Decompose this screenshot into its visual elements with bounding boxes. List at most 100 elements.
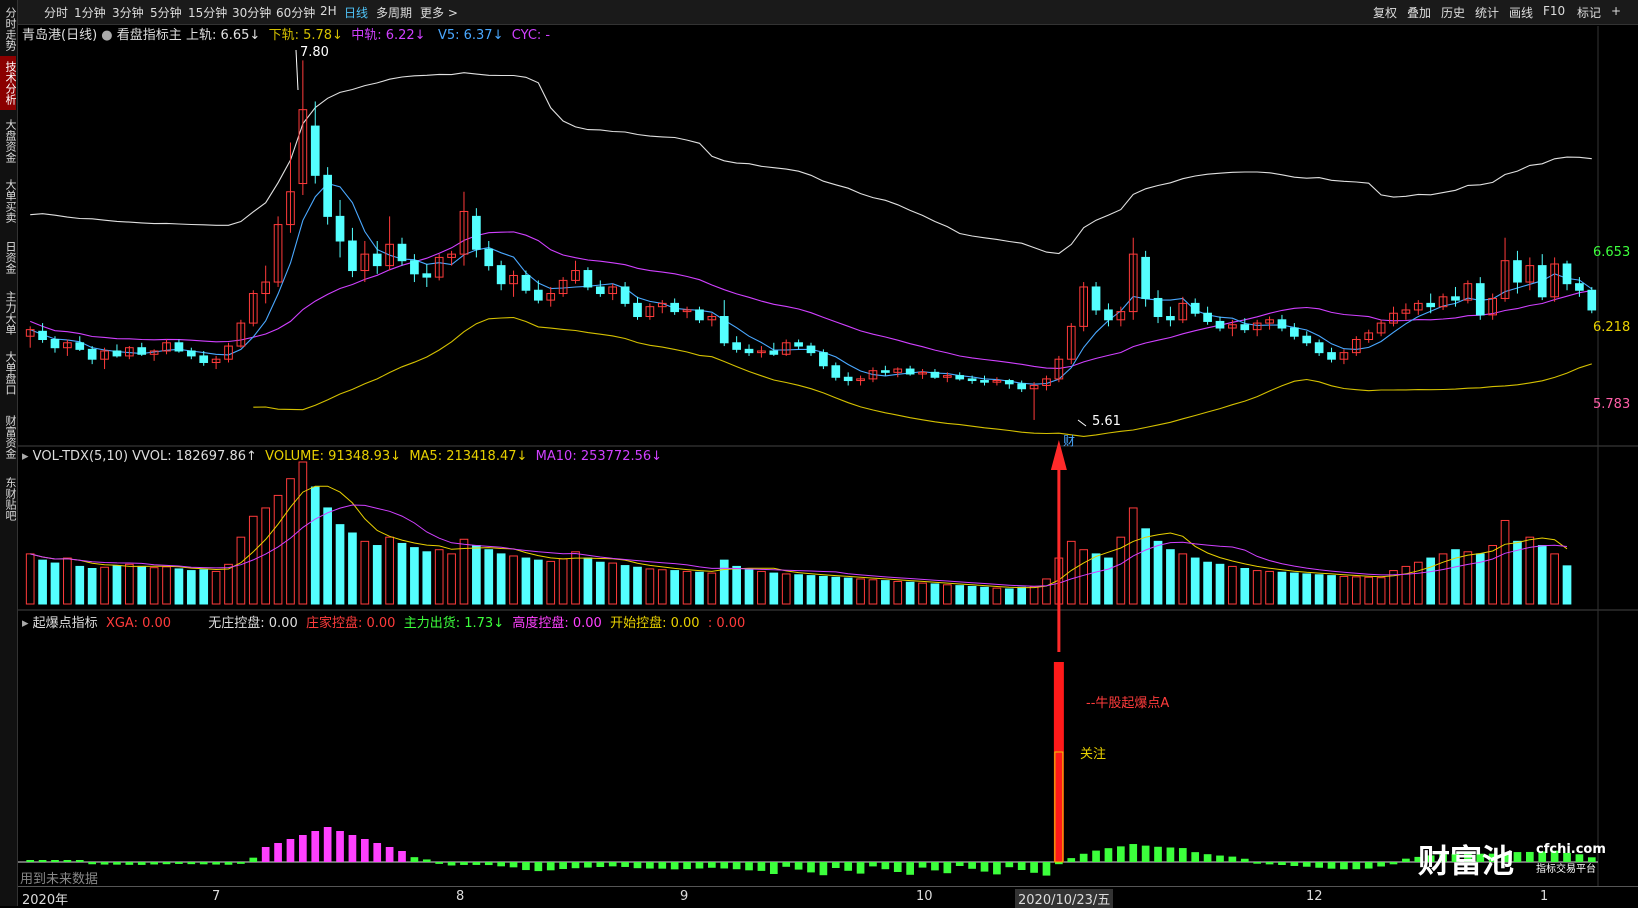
volume-bar <box>50 562 60 605</box>
indicator-legend: ▸ 起爆点指标 XGA: 0.00 无庄控盘: 0.00 庄家控盘: 0.00 … <box>22 612 745 631</box>
candle-body <box>695 309 704 321</box>
volume-bar <box>1351 576 1361 605</box>
candle-body <box>620 286 630 304</box>
indicator-bar <box>757 862 766 871</box>
indicator-name[interactable]: 看盘指标主 <box>117 28 182 43</box>
collapse-icon-2[interactable]: ▸ <box>22 616 29 631</box>
indicator-bar <box>1092 850 1100 862</box>
volume-bar <box>1190 557 1200 605</box>
volume-bar <box>546 560 556 605</box>
indicator-bar <box>199 862 208 865</box>
volume-bar <box>757 570 766 605</box>
vol-name[interactable]: VOL-TDX(5,10) VVOL: 182697.86↑ <box>33 449 257 464</box>
volume-bar <box>273 494 283 605</box>
volume-bar <box>199 569 209 605</box>
indicator-bar <box>447 862 456 866</box>
volume-bar <box>1537 545 1547 605</box>
candle-body <box>38 330 47 340</box>
candle-body <box>732 342 741 350</box>
indicator-bar <box>546 862 555 871</box>
candle-body <box>819 352 828 367</box>
candle-body <box>1537 265 1547 298</box>
indicator-bar <box>1117 846 1125 862</box>
indicator-bar <box>224 862 233 865</box>
time-tick-4: 10 <box>916 889 933 904</box>
candle-body <box>484 248 494 267</box>
volume-bar <box>620 565 630 605</box>
candle-body <box>967 378 977 382</box>
indicator-bar <box>906 862 914 875</box>
indicator-bar <box>955 862 964 866</box>
indicator-bar <box>472 862 481 865</box>
candle-body <box>806 345 816 354</box>
candle-body <box>1166 316 1175 321</box>
volume-bar <box>385 536 394 605</box>
volume-bar <box>63 557 72 605</box>
indicator-bar <box>237 862 245 864</box>
candle-body <box>199 355 209 363</box>
volume-bar <box>125 563 134 605</box>
candle-body <box>670 302 680 313</box>
stock-name[interactable]: 青岛港(日线) <box>22 28 97 43</box>
indicator-bar <box>286 839 295 862</box>
indicator-bar <box>819 862 828 876</box>
candle-body <box>397 243 407 262</box>
volume-bar <box>868 579 878 605</box>
volume-bar <box>806 575 816 605</box>
indicator-bar <box>212 862 220 865</box>
indicator-bar <box>398 851 406 862</box>
candle-body <box>1004 380 1014 385</box>
time-tick-3: 9 <box>680 889 689 904</box>
time-tick-5: 2020/10/23/五 <box>1015 889 1114 908</box>
collapse-icon[interactable]: ▸ <box>22 449 29 464</box>
volume-bar <box>571 551 580 605</box>
indicator-bar <box>348 835 357 862</box>
indicator-bar <box>1203 854 1212 862</box>
volume-bar <box>695 571 704 605</box>
volume-bar <box>1265 570 1274 605</box>
volume-bar <box>633 566 642 605</box>
indicator-bar <box>732 862 741 870</box>
candle-body <box>533 289 543 301</box>
indicator-gear-icon[interactable]: ● <box>101 28 112 43</box>
volume-bar <box>447 553 456 605</box>
watermark-logo: 财富池 cfchi.com 指标交易平台 <box>1418 836 1618 880</box>
right-lower-label: 5.783 <box>1593 397 1631 412</box>
volume-bar <box>794 574 803 605</box>
indicator-bar <box>360 839 369 862</box>
ind-name[interactable]: 起爆点指标 <box>33 616 98 631</box>
candle-body <box>1215 320 1225 329</box>
indicator-bar <box>1141 845 1150 862</box>
indicator-bar <box>63 860 72 862</box>
indicator-bar <box>460 862 468 865</box>
indicator-bar <box>1191 852 1200 862</box>
indicator-bar <box>75 860 84 862</box>
event-mark[interactable]: 财 <box>1063 432 1075 449</box>
candle-body <box>521 274 531 291</box>
volume-bar <box>1413 561 1423 605</box>
indicator-bar <box>125 862 134 865</box>
volume-bar <box>719 559 729 605</box>
volume-bar <box>1104 557 1113 605</box>
volume-bar <box>100 566 109 605</box>
indicator-bar <box>435 862 444 864</box>
indicator-bar <box>831 862 840 868</box>
signal-annotation: --牛股起爆点A <box>1086 696 1170 711</box>
volume-bar <box>372 545 382 605</box>
volume-bar <box>893 580 903 605</box>
volume-bar <box>75 565 85 605</box>
candle-body <box>1451 296 1460 301</box>
volume-legend: ▸ VOL-TDX(5,10) VVOL: 182697.86↑ VOLUME:… <box>22 449 662 464</box>
volume-bar <box>769 572 779 605</box>
vol-ma10: MA10: 253772.56↓ <box>535 449 663 464</box>
candle-body <box>496 265 506 285</box>
volume-bar <box>583 557 593 605</box>
candle-body <box>1513 260 1522 283</box>
ind-zj: 庄家控盘: 0.00 <box>306 616 396 631</box>
volume-bar <box>707 572 717 605</box>
candle-body <box>348 240 357 272</box>
volume-bar <box>174 568 184 605</box>
ind-extra: : 0.00 <box>707 616 746 631</box>
volume-bar <box>1463 551 1473 605</box>
volume-bar <box>1500 519 1510 605</box>
